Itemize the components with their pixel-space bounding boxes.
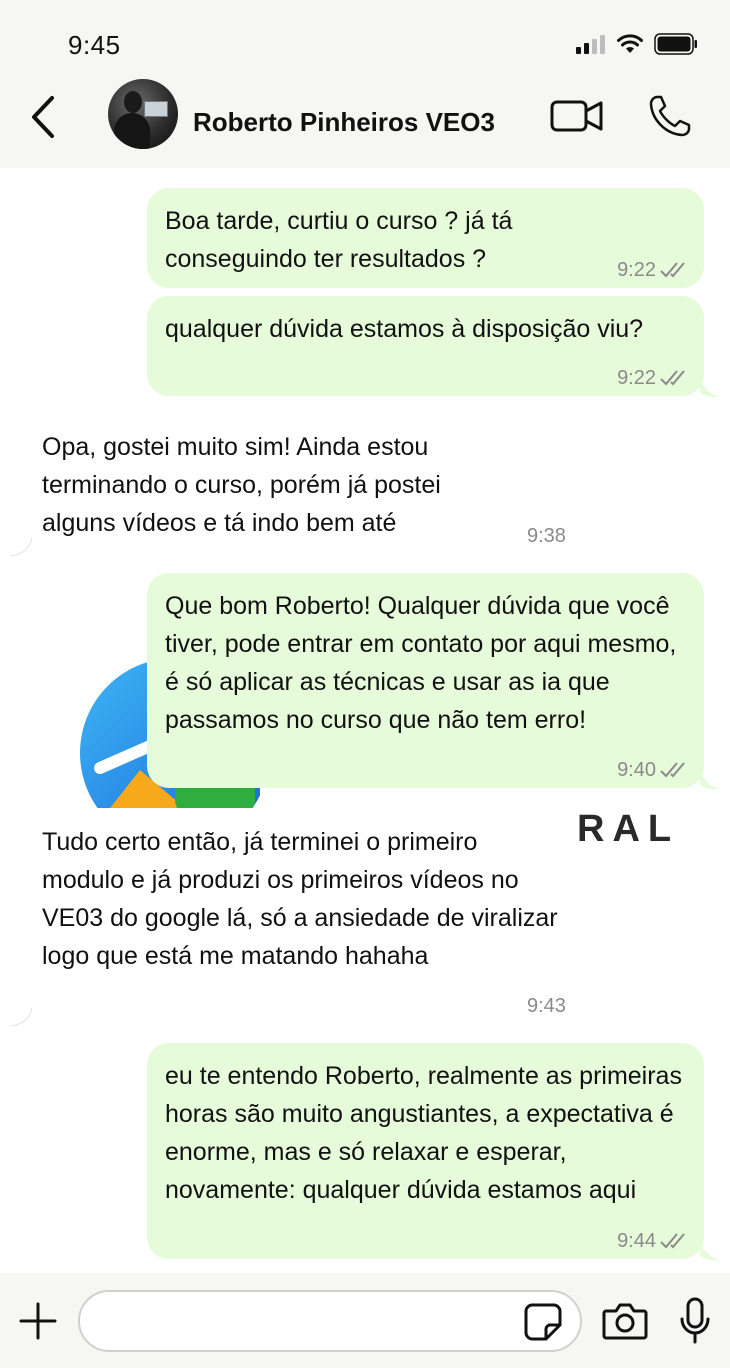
message-outgoing[interactable]: Boa tarde, curtiu o curso ? já tá conseg… xyxy=(147,188,704,288)
bubble-tail xyxy=(700,768,721,790)
microphone-icon[interactable] xyxy=(678,1297,712,1345)
message-time: 9:43 xyxy=(527,995,566,1017)
message-meta: 9:22 xyxy=(617,368,690,388)
message-outgoing[interactable]: qualquer dúvida estamos à disposição viu… xyxy=(147,296,704,396)
read-receipt-icon xyxy=(660,370,685,386)
avatar-screen-graphic xyxy=(144,101,168,117)
message-composer xyxy=(0,1273,730,1368)
message-time: 9:44 xyxy=(617,1230,656,1252)
read-receipt-icon xyxy=(660,762,685,778)
read-receipt-icon xyxy=(660,262,685,278)
status-icons xyxy=(576,33,698,55)
back-chevron-icon[interactable] xyxy=(28,92,58,142)
message-outgoing[interactable]: eu te entendo Roberto, realmente as prim… xyxy=(147,1043,704,1259)
message-incoming[interactable]: Tudo certo então, já terminei o primeiro… xyxy=(42,823,567,1015)
avatar-body-graphic xyxy=(114,113,150,149)
plus-icon[interactable] xyxy=(18,1301,58,1341)
video-call-icon[interactable] xyxy=(550,98,604,134)
camera-icon[interactable] xyxy=(602,1301,648,1341)
battery-icon xyxy=(654,33,697,55)
sticker-icon[interactable] xyxy=(524,1303,562,1341)
message-text: Tudo certo então, já terminei o primeiro… xyxy=(42,828,558,970)
cellular-signal-icon xyxy=(576,35,605,54)
message-meta: 9:40 xyxy=(617,760,690,780)
bubble-tail xyxy=(700,1239,721,1261)
phone-icon[interactable] xyxy=(648,94,692,138)
message-text: qualquer dúvida estamos à disposição viu… xyxy=(165,315,644,343)
message-meta: 9:22 xyxy=(617,260,690,280)
wifi-icon xyxy=(617,34,643,53)
message-text: Boa tarde, curtiu o curso ? já tá conseg… xyxy=(165,207,513,273)
message-meta: 9:44 xyxy=(617,1231,690,1251)
message-text: eu te entendo Roberto, realmente as prim… xyxy=(165,1062,682,1204)
status-time: 9:45 xyxy=(68,30,121,60)
message-text: Opa, gostei muito sim! Ainda estou termi… xyxy=(42,433,441,537)
message-time: 9:38 xyxy=(527,525,566,547)
background-watermark-text: RAL xyxy=(577,808,680,850)
bubble-tail xyxy=(10,538,32,557)
read-receipt-icon xyxy=(660,1233,685,1249)
contact-name[interactable]: Roberto Pinheiros VEO3 xyxy=(193,107,495,138)
avatar-head-graphic xyxy=(124,91,142,113)
bubble-tail xyxy=(10,1008,32,1027)
bubble-tail xyxy=(700,376,721,398)
message-input[interactable] xyxy=(78,1290,582,1352)
message-list[interactable]: RAL Boa tarde, curtiu o curso ? já tá co… xyxy=(0,168,730,1273)
status-bar: 9:45 xyxy=(0,0,730,70)
chat-header: Roberto Pinheiros VEO3 xyxy=(0,70,730,168)
message-outgoing[interactable]: Que bom Roberto! Qualquer dúvida que voc… xyxy=(147,573,704,788)
message-incoming[interactable]: Opa, gostei muito sim! Ainda estou termi… xyxy=(42,428,522,546)
message-time: 9:22 xyxy=(617,367,656,389)
avatar[interactable] xyxy=(108,79,178,149)
message-time: 9:22 xyxy=(617,259,656,281)
message-text: Que bom Roberto! Qualquer dúvida que voc… xyxy=(165,592,677,734)
message-time: 9:40 xyxy=(617,759,656,781)
